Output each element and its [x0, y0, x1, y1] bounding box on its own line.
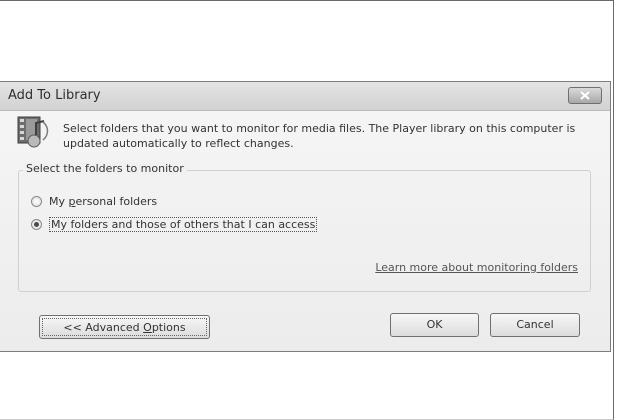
title-bar: Add To Library [0, 82, 610, 111]
close-icon [580, 91, 590, 100]
radio-shared-folders[interactable] [31, 218, 42, 230]
option-personal-folders[interactable]: My personal folders [31, 193, 157, 209]
advanced-options-button[interactable]: << Advanced Options [39, 315, 210, 339]
ok-button[interactable]: OK [390, 313, 479, 337]
radio-personal-folders[interactable] [31, 195, 42, 207]
add-to-library-dialog: Add To Library Select folders that you w… [0, 81, 611, 352]
cancel-button[interactable]: Cancel [490, 313, 580, 337]
folders-group: Select the folders to monitor My persona… [18, 162, 591, 292]
option-personal-folders-label: My personal folders [49, 194, 158, 208]
close-button[interactable] [568, 87, 602, 104]
dialog-title: Add To Library [8, 88, 101, 103]
dialog-description: Select folders that you want to monitor … [63, 122, 576, 150]
option-shared-folders[interactable]: My folders and those of others that I ca… [31, 216, 318, 232]
group-title: Select the folders to monitor [23, 162, 187, 175]
media-library-icon [17, 116, 49, 148]
option-shared-folders-label: My folders and those of others that I ca… [49, 216, 318, 232]
learn-more-link[interactable]: Learn more about monitoring folders [375, 261, 578, 274]
